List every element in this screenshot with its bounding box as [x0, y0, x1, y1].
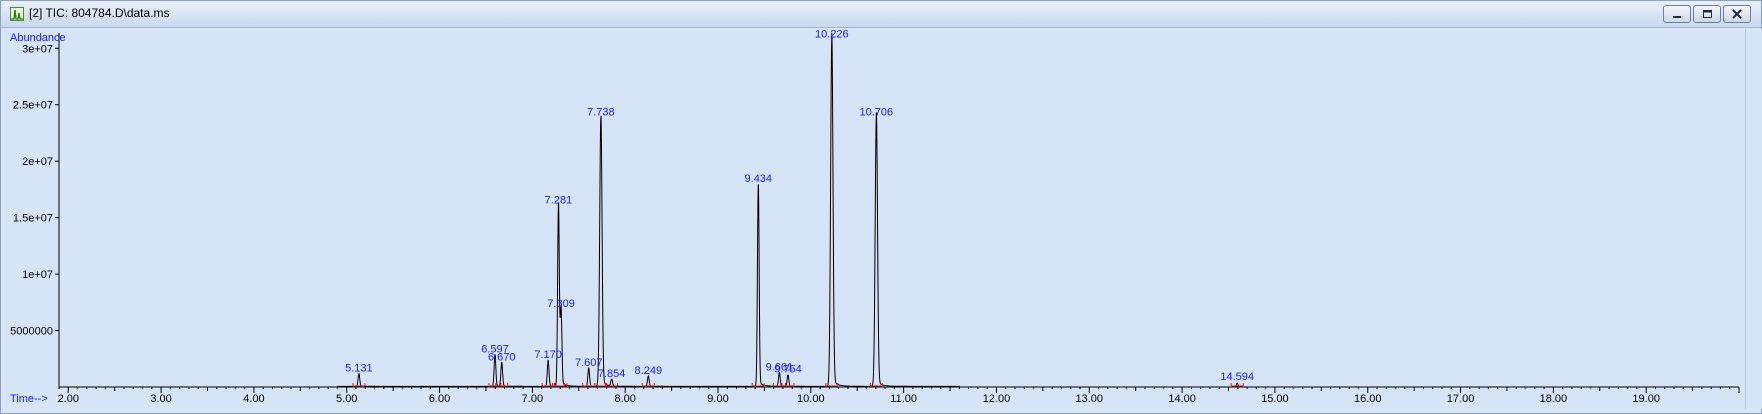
- x-tick-label: 5.00: [336, 393, 357, 405]
- chromatogram-chart: Abundance Time--> 5000000 1e+07 1.5e+07 2e+07…: [10, 29, 1740, 405]
- peak-label[interactable]: 9.754: [774, 364, 802, 376]
- peak-label[interactable]: 14.594: [1220, 371, 1254, 383]
- x-tick-label: 17.00: [1447, 393, 1475, 405]
- y-tick-label: 1e+07: [22, 269, 53, 281]
- peak-label[interactable]: 8.249: [635, 365, 663, 377]
- chromatogram-window: [2] TIC: 804784.D\data.ms Abundance Time-…: [0, 0, 1762, 414]
- x-axis-title: Time-->: [10, 393, 48, 405]
- x-tick-label: 11.00: [890, 393, 917, 405]
- peak-label[interactable]: 7.170: [534, 349, 562, 361]
- x-tick-label: 10.00: [797, 393, 825, 405]
- y-tick-label: 2e+07: [22, 156, 53, 168]
- y-tick-label: 3e+07: [22, 43, 53, 55]
- title-bar[interactable]: [2] TIC: 804784.D\data.ms: [1, 1, 1761, 28]
- peak-label[interactable]: 10.706: [860, 106, 894, 118]
- tic-trace: [63, 32, 964, 388]
- peak-label[interactable]: 5.131: [345, 363, 373, 375]
- close-button[interactable]: [1723, 5, 1751, 23]
- peak-label[interactable]: 10.226: [815, 29, 849, 40]
- x-tick-label: 12.00: [983, 393, 1011, 405]
- peak-label[interactable]: 7.854: [598, 368, 626, 380]
- peak-label[interactable]: 6.670: [488, 351, 516, 363]
- y-axis-title: Abundance: [10, 32, 66, 44]
- x-tick-label: 19.00: [1632, 393, 1660, 405]
- peak-label[interactable]: 7.607: [575, 357, 603, 369]
- y-tick-label: 2.5e+07: [13, 100, 53, 112]
- peak-label[interactable]: 7.281: [545, 194, 573, 206]
- x-tick-label: 3.00: [150, 393, 171, 405]
- right-scroll-strip: [1745, 29, 1762, 409]
- restore-icon: [1703, 10, 1712, 18]
- x-tick-label: 18.00: [1540, 393, 1568, 405]
- y-tick-label: 1.5e+07: [13, 213, 53, 225]
- peak-label[interactable]: 7.738: [587, 106, 615, 118]
- x-tick-label: 9.00: [707, 393, 728, 405]
- plot-area[interactable]: Abundance Time--> 5000000 1e+07 1.5e+07 2e+07…: [3, 29, 1743, 409]
- peak-label[interactable]: 7.309: [547, 298, 575, 310]
- restore-button[interactable]: [1693, 5, 1721, 23]
- chromatogram-app-icon: [10, 7, 24, 21]
- minimize-button[interactable]: [1663, 5, 1691, 23]
- x-tick-label: 16.00: [1354, 393, 1382, 405]
- x-tick-label: 14.00: [1168, 393, 1196, 405]
- close-icon: [1732, 9, 1742, 19]
- y-tick-label: 5000000: [10, 326, 53, 338]
- x-tick-label: 2.00: [58, 393, 79, 405]
- window-title: [2] TIC: 804784.D\data.ms: [29, 6, 170, 20]
- x-tick-label: 6.00: [429, 393, 450, 405]
- x-tick-label: 7.00: [522, 393, 543, 405]
- x-tick-label: 8.00: [614, 393, 635, 405]
- peak-label[interactable]: 9.434: [745, 173, 773, 185]
- x-tick-label: 13.00: [1076, 393, 1104, 405]
- x-tick-label: 4.00: [243, 393, 264, 405]
- x-tick-label: 15.00: [1261, 393, 1289, 405]
- minimize-icon: [1673, 16, 1681, 18]
